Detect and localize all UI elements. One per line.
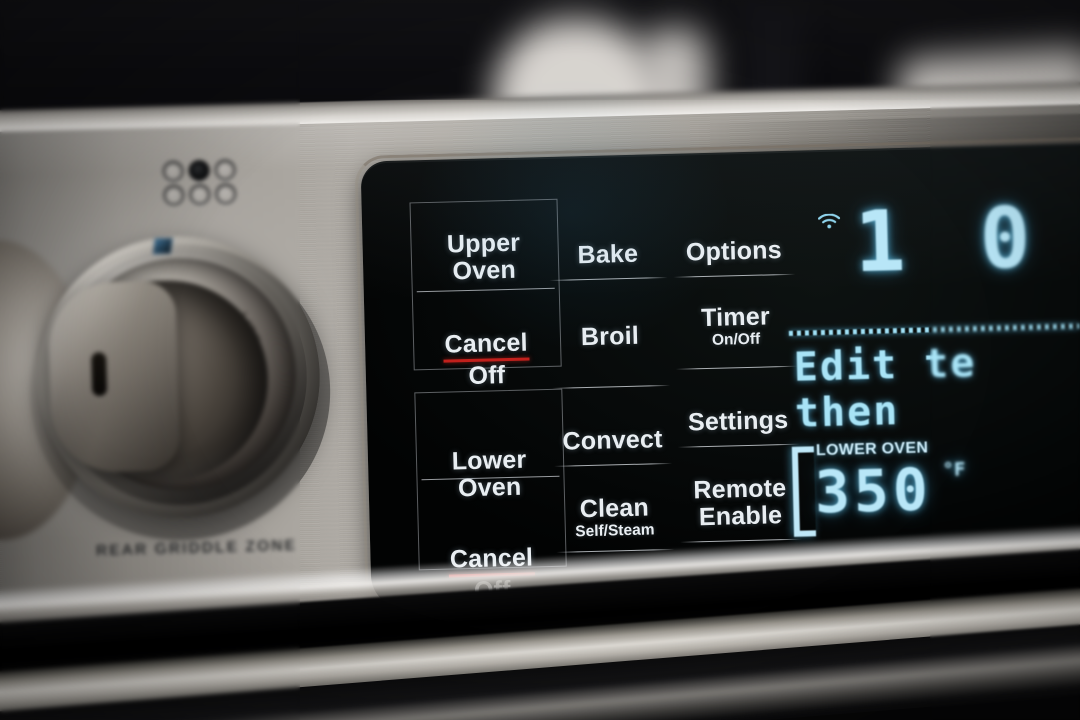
keypad-column-function: Options Timer On/Off Settings Remote Ena… <box>672 209 803 543</box>
vent-hole <box>163 184 185 207</box>
key-upper-off-label: Off <box>468 361 506 391</box>
key-settings[interactable]: Settings <box>677 405 800 448</box>
key-separator <box>552 384 671 389</box>
vent-hole <box>214 159 236 181</box>
knob-position-indicator <box>152 237 174 255</box>
vent-hole <box>188 159 210 182</box>
key-clean-sublabel: Self/Steam <box>575 521 655 541</box>
key-lower-oven-label-2: Oven <box>457 472 522 503</box>
clock-readout: 1 0 <box>853 188 1044 292</box>
key-lower-oven[interactable]: Lower Oven <box>430 446 549 503</box>
key-lower-oven-label-1: Lower <box>451 445 527 476</box>
key-upper-oven[interactable]: Upper Oven <box>424 229 543 286</box>
key-options[interactable]: Options <box>673 236 796 278</box>
key-timer-label: Timer <box>700 302 771 333</box>
key-timer-sublabel: On/Off <box>711 330 761 349</box>
key-remote-label-1: Remote <box>693 473 787 505</box>
rear-griddle-zone-knob[interactable]: LITE HI 5 4 <box>34 232 342 540</box>
key-bake-label: Bake <box>577 239 639 270</box>
keypad-column-mode: Bake Broil Convect Clean Self/Steam <box>548 212 675 553</box>
knob-grip <box>47 280 181 474</box>
key-upper-cancel-off[interactable]: Cancel Off <box>427 329 546 391</box>
vent-hole <box>189 183 211 206</box>
speaker-vent-dot-grid <box>162 159 241 209</box>
key-options-label: Options <box>685 236 783 267</box>
vent-hole <box>162 160 184 183</box>
key-separator <box>549 276 668 281</box>
display-message-line-1: Edit te <box>793 340 977 391</box>
key-remote-label-2: Enable <box>698 500 783 531</box>
key-settings-label: Settings <box>687 405 789 437</box>
vent-hole <box>214 183 237 205</box>
key-clean[interactable]: Clean Self/Steam <box>555 493 675 553</box>
keypad-column-oven: Upper Oven Cancel Off Lower Oven Cancel <box>409 198 567 606</box>
lower-oven-temperature: 350 <box>814 455 933 527</box>
key-broil-label: Broil <box>580 321 640 352</box>
key-bake[interactable]: Bake <box>549 240 668 281</box>
badge-bracket <box>791 446 817 537</box>
wifi-icon <box>817 213 841 229</box>
key-timer[interactable]: Timer On/Off <box>674 302 798 370</box>
key-upper-oven-label-2: Oven <box>452 255 517 286</box>
range-control-panel-screenshot: LITE HI 5 4 REAR GRIDDLE ZONE Upper Oven <box>0 0 1080 720</box>
display-separator-dotted-line <box>788 323 1079 336</box>
knob-grip-slot <box>91 352 108 397</box>
lower-oven-temperature-badge: LOWER OVEN 350 °F <box>791 439 1002 537</box>
key-separator <box>673 273 796 278</box>
display-message-line-2: then <box>794 388 900 437</box>
upper-oven-divider <box>416 287 555 293</box>
key-convect[interactable]: Convect <box>553 425 673 467</box>
key-separator <box>554 462 673 467</box>
vfd-display: 1 0 Edit te then s LOWER OVEN 350 °F <box>788 186 1080 560</box>
key-broil[interactable]: Broil <box>551 322 671 389</box>
key-upper-oven-label-1: Upper <box>446 228 521 259</box>
lower-oven-temperature-unit: °F <box>942 458 966 482</box>
key-clean-label: Clean <box>579 493 650 524</box>
key-remote-enable[interactable]: Remote Enable <box>679 473 803 543</box>
key-separator <box>677 443 800 448</box>
key-convect-label: Convect <box>562 425 663 456</box>
key-upper-cancel-label: Cancel <box>444 328 529 359</box>
key-separator <box>675 365 798 370</box>
